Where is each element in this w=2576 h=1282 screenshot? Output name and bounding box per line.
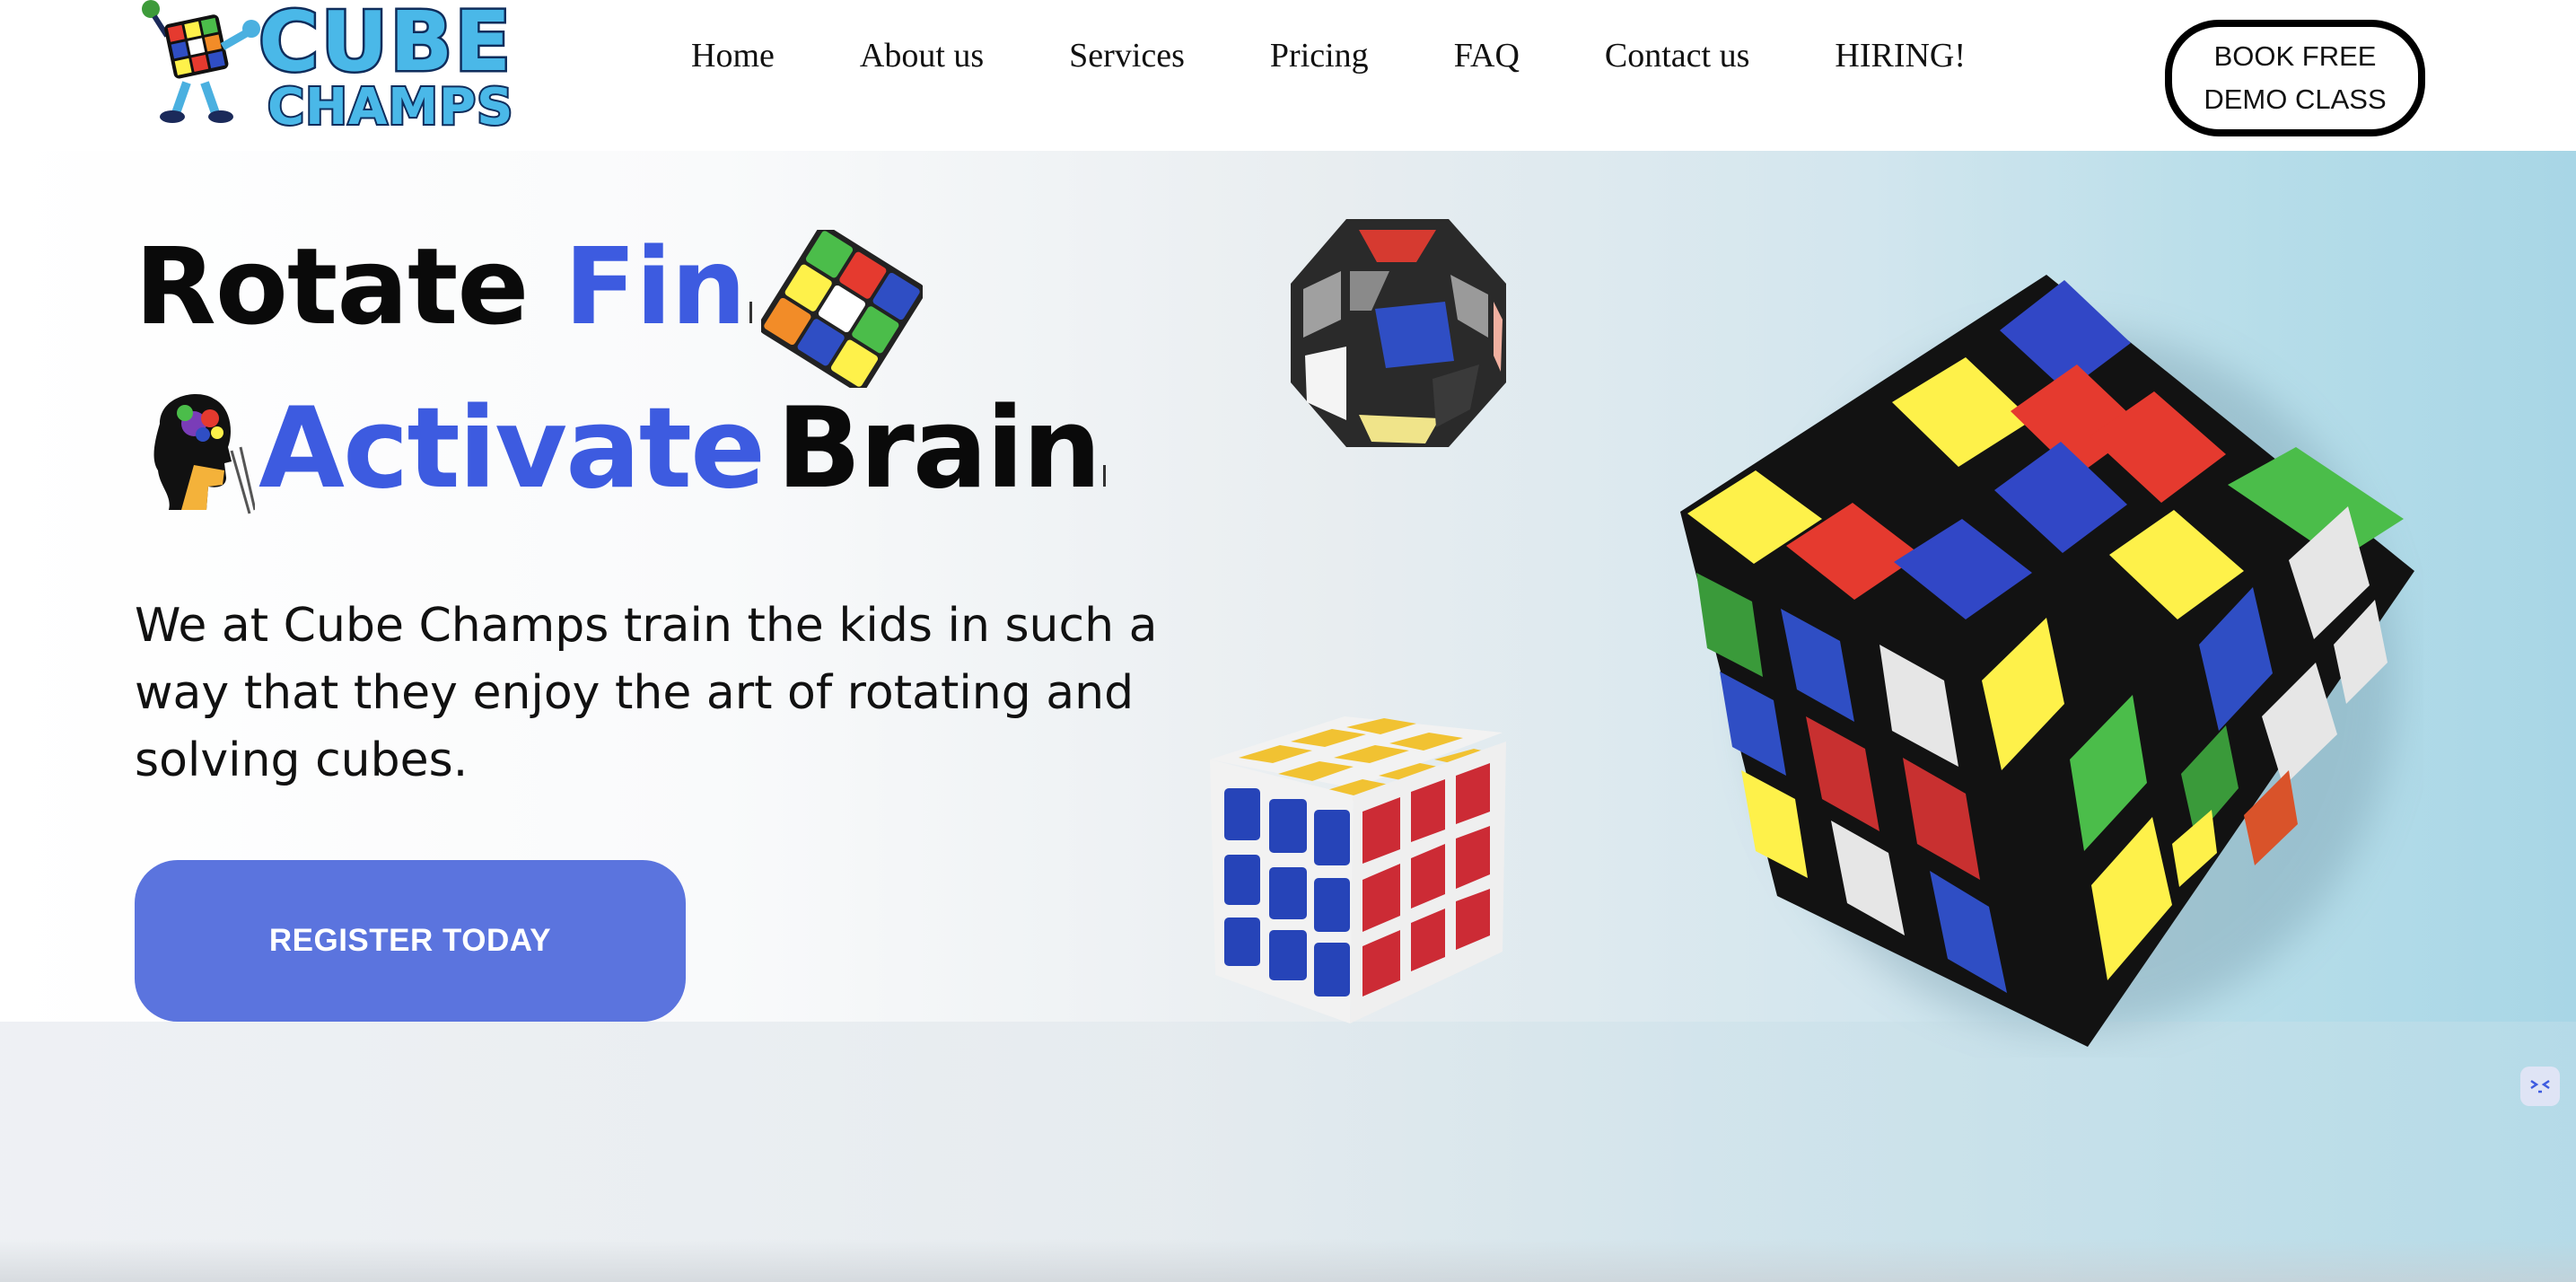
nav-pricing[interactable]: Pricing xyxy=(1270,36,1369,75)
chat-widget-icon[interactable] xyxy=(2519,1065,2562,1108)
nav-about-us[interactable]: About us xyxy=(860,36,984,75)
logo-wordmark: CUBE CHAMPS xyxy=(257,0,515,135)
nav-faq[interactable]: FAQ xyxy=(1454,36,1520,75)
bottom-shadow xyxy=(0,1239,2576,1282)
svg-text:CUBE: CUBE xyxy=(258,0,513,90)
hero-description: We at Cube Champs train the kids in such… xyxy=(135,599,1158,787)
typing-cursor xyxy=(749,302,752,323)
brain-head-icon xyxy=(153,394,255,514)
snake-puzzle-ball-icon xyxy=(1291,219,1506,447)
nav-services[interactable]: Services xyxy=(1069,36,1185,75)
book-button-line1: BOOK FREE xyxy=(2213,40,2377,72)
nav-hiring[interactable]: HIRING! xyxy=(1835,36,1966,75)
headline-brain: Brain xyxy=(776,384,1101,514)
book-button-line2: DEMO CLASS xyxy=(2204,83,2387,115)
svg-text:CHAMPS: CHAMPS xyxy=(267,78,513,135)
headline-typed-word-1: Fin xyxy=(564,224,747,348)
headline-typed-word-2: Activate xyxy=(258,384,766,514)
headline-line-2: Activate Brain xyxy=(258,384,1107,514)
large-rubiks-cube-icon xyxy=(1680,275,2414,1047)
headline-rotate: Rotate xyxy=(135,224,529,348)
cube-champs-logo[interactable]: CUBE CHAMPS xyxy=(133,0,528,135)
headline-line-1: Rotate Fin xyxy=(135,224,752,348)
white-rubiks-cube-icon xyxy=(1210,716,1506,1023)
nav-contact-us[interactable]: Contact us xyxy=(1605,36,1749,75)
rubiks-cube-icon xyxy=(761,230,923,388)
site-header: CUBE CHAMPS Home About us Services Prici… xyxy=(0,0,2576,151)
main-nav: Home About us Services Pricing FAQ Conta… xyxy=(691,36,2051,75)
book-free-demo-button[interactable]: BOOK FREE DEMO CLASS xyxy=(2165,20,2425,136)
mascot-icon xyxy=(142,0,260,123)
register-today-button[interactable]: REGISTER TODAY xyxy=(135,860,686,1022)
nav-home[interactable]: Home xyxy=(691,36,775,75)
typing-cursor-2 xyxy=(1103,465,1107,487)
